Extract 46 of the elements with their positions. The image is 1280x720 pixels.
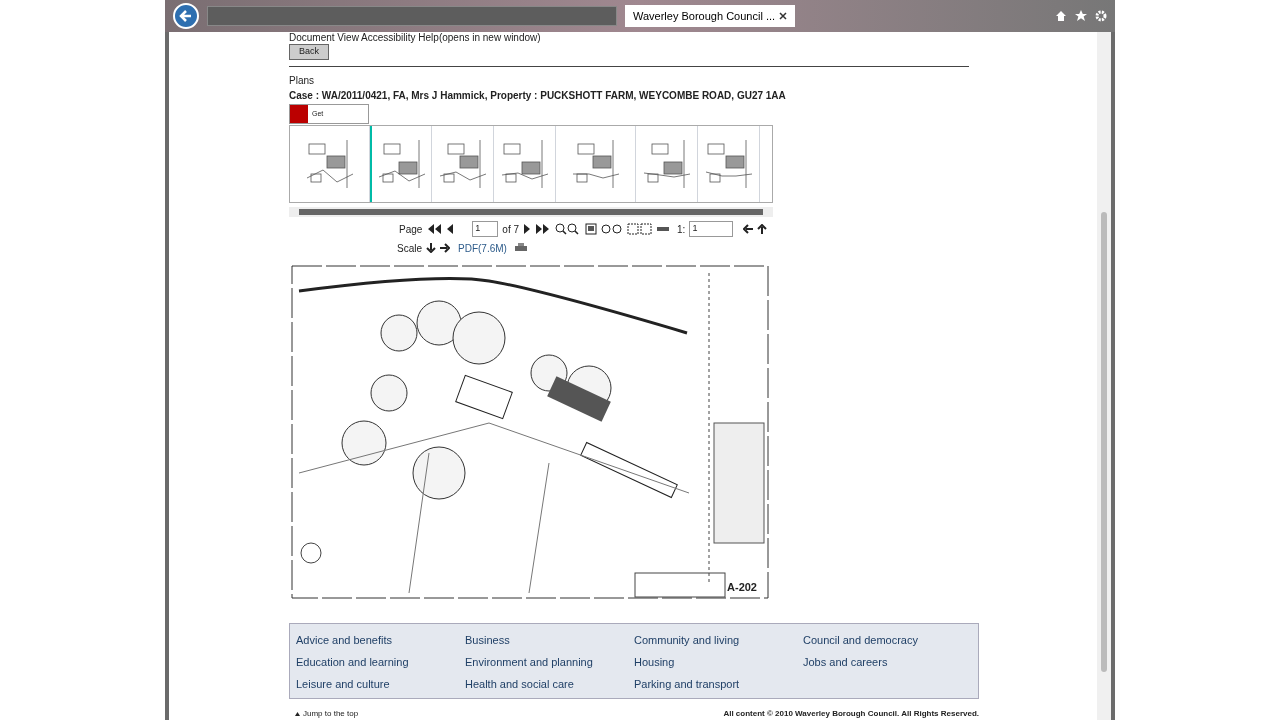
scroll-bar[interactable] [289, 207, 773, 217]
fit-page-icon[interactable] [585, 223, 598, 235]
up-arrow-icon[interactable] [757, 224, 768, 234]
sheet-number: A-202 [727, 579, 757, 595]
footer-link[interactable]: Education and learning [296, 651, 465, 673]
back-button[interactable]: Back [289, 44, 329, 60]
footer-link[interactable]: Business [465, 629, 634, 651]
case-details: Case : WA/2011/0421, FA, Mrs J Hammick, Property : PUCKSHOTT FARM, WEYCOMBE ROAD, GU27 1AA [289, 89, 787, 103]
star-icon[interactable] [1075, 10, 1087, 22]
settings-icon[interactable] [1095, 10, 1107, 22]
page-thumbnail[interactable] [370, 126, 432, 202]
print-icon[interactable] [514, 243, 527, 253]
copyright: All content © 2010 Waverley Borough Council. All Rights Reserved. [723, 708, 979, 720]
ratio-field[interactable]: 1 [689, 221, 734, 237]
left-arrow-icon[interactable] [743, 224, 754, 234]
footer-link[interactable]: Community and living [634, 629, 803, 651]
home-icon[interactable] [1055, 10, 1067, 22]
footer-link[interactable]: Council and democracy [803, 629, 972, 651]
up-caret-icon [295, 712, 300, 716]
footer-link[interactable]: Environment and planning [465, 651, 634, 673]
next-page-icon[interactable] [523, 224, 532, 234]
right-arrow-icon[interactable] [440, 243, 450, 253]
footer-link[interactable]: Health and social care [465, 673, 634, 695]
scroll-bar[interactable] [1097, 32, 1111, 720]
close-icon[interactable] [779, 12, 788, 20]
jump-to-top-link[interactable]: Jump to the top [303, 708, 359, 720]
page-label: Page [399, 222, 423, 237]
back-icon[interactable] [173, 3, 199, 29]
page-total: of 7 [502, 222, 520, 237]
previous-page-icon[interactable] [446, 224, 455, 234]
footer-link[interactable]: Leisure and culture [296, 673, 465, 695]
footer-link[interactable]: Jobs and careers [803, 651, 972, 673]
ratio-label: 1: [677, 222, 686, 237]
browser-tab[interactable]: Waverley Borough Council ... [625, 5, 796, 27]
footer-link[interactable]: Housing [634, 651, 803, 673]
footer-link[interactable]: Advice and benefits [296, 629, 465, 651]
help-links[interactable]: Document View Accessibility Help(opens in new window) [289, 32, 969, 43]
section-heading: Plans [289, 74, 315, 88]
footer-link[interactable]: Parking and transport [634, 673, 803, 695]
pdf-link[interactable]: PDF(7.6M) [458, 240, 507, 256]
measure-icon[interactable] [657, 226, 670, 232]
down-arrow-icon[interactable] [426, 243, 436, 253]
rotate-icons[interactable] [601, 223, 624, 235]
scale-label: Scale [397, 241, 422, 256]
first-page-icon[interactable] [426, 224, 443, 234]
page-field[interactable]: 1 [472, 221, 499, 237]
